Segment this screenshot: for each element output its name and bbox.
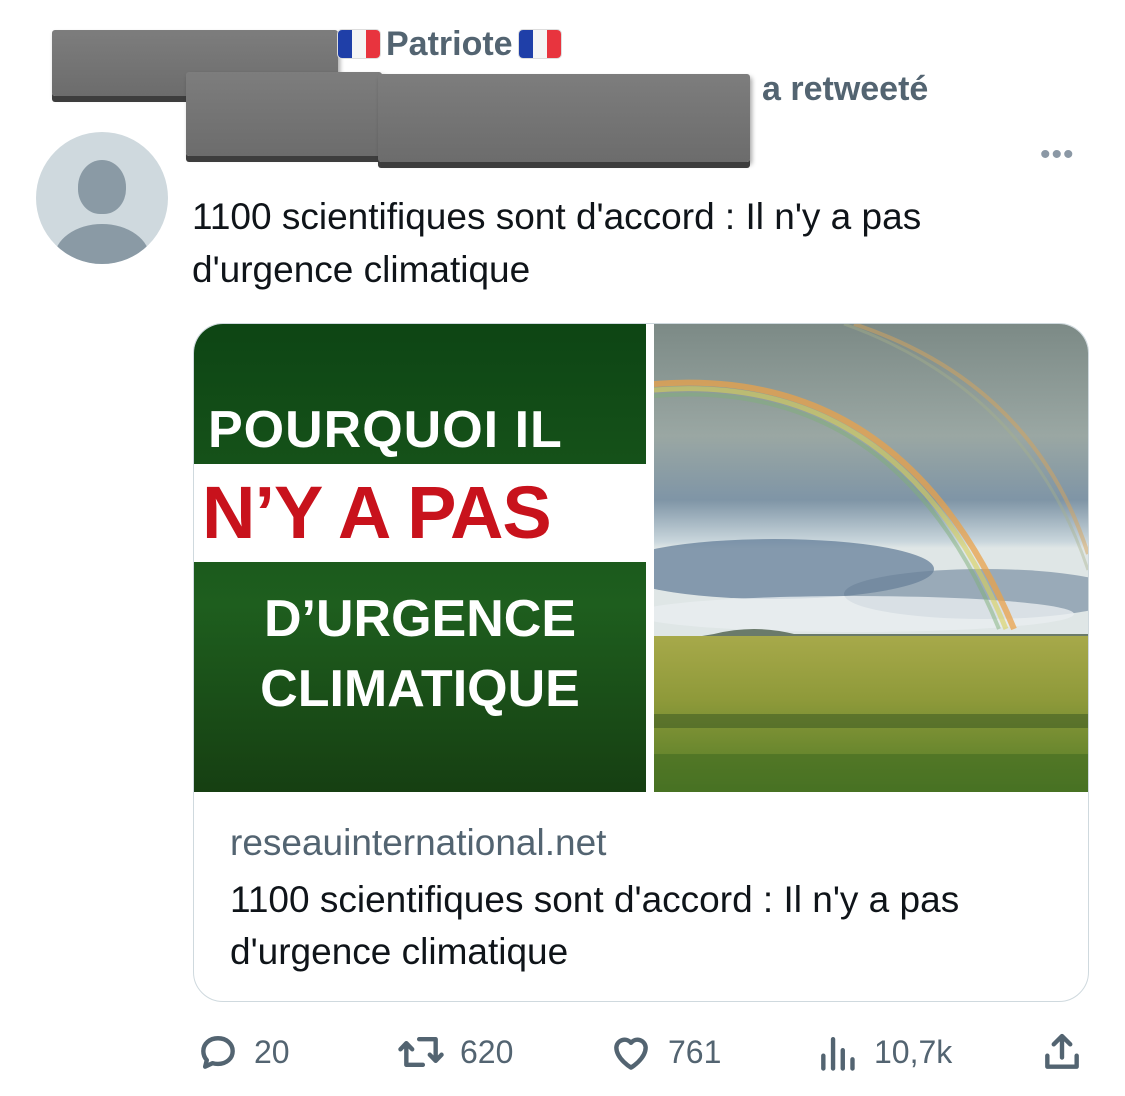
card-domain: reseauinternational.net xyxy=(230,822,607,863)
reply-icon xyxy=(201,1036,235,1069)
retweet-count: 620 xyxy=(460,1033,514,1070)
tweet-text: 1100 scientifiques sont d'accord : Il n'… xyxy=(192,196,922,290)
share-icon xyxy=(1045,1033,1079,1069)
card-image-line1: POURQUOI IL xyxy=(208,401,563,459)
avatar[interactable] xyxy=(36,132,168,264)
card-title: 1100 scientifiques sont d'accord : Il n'… xyxy=(230,879,960,972)
card-image-line2: N’Y A PAS xyxy=(202,471,552,554)
like-icon xyxy=(614,1037,648,1070)
avatar-body-shape xyxy=(54,224,150,264)
card-image-line4: CLIMATIQUE xyxy=(260,660,580,718)
card-image-text-panel: POURQUOI IL N’Y A PAS D’URGENCE CLIMATIQ… xyxy=(194,324,646,792)
more-icon[interactable]: ••• xyxy=(1040,138,1075,172)
link-card[interactable]: POURQUOI IL N’Y A PAS D’URGENCE CLIMATIQ… xyxy=(193,323,1089,1002)
image-divider xyxy=(646,324,654,792)
like-button[interactable]: 761 xyxy=(608,1030,721,1074)
redacted-block xyxy=(186,72,382,156)
avatar-head-shape xyxy=(78,160,126,214)
retweeter-name-text: Patriote xyxy=(386,24,513,63)
card-image: POURQUOI IL N’Y A PAS D’URGENCE CLIMATIQ… xyxy=(194,324,1088,792)
reply-count: 20 xyxy=(254,1033,290,1070)
retweet-button[interactable]: 620 xyxy=(396,1030,513,1074)
redacted-block xyxy=(378,74,750,162)
card-image-line3: D’URGENCE xyxy=(263,590,577,648)
rainbow-field-photo xyxy=(654,324,1088,792)
views-count: 10,7k xyxy=(874,1033,953,1070)
retweeter-name[interactable]: Patriote xyxy=(338,24,561,64)
flag-france-icon xyxy=(518,30,561,58)
views-button[interactable]: 10,7k xyxy=(816,1030,952,1074)
retweet-icon xyxy=(398,1036,444,1068)
reply-button[interactable]: 20 xyxy=(196,1030,290,1074)
retweet-label: a retweeté xyxy=(762,70,929,108)
share-button[interactable] xyxy=(1040,1030,1084,1074)
views-icon xyxy=(821,1036,855,1071)
flag-france-icon xyxy=(338,30,380,58)
like-count: 761 xyxy=(668,1033,722,1070)
